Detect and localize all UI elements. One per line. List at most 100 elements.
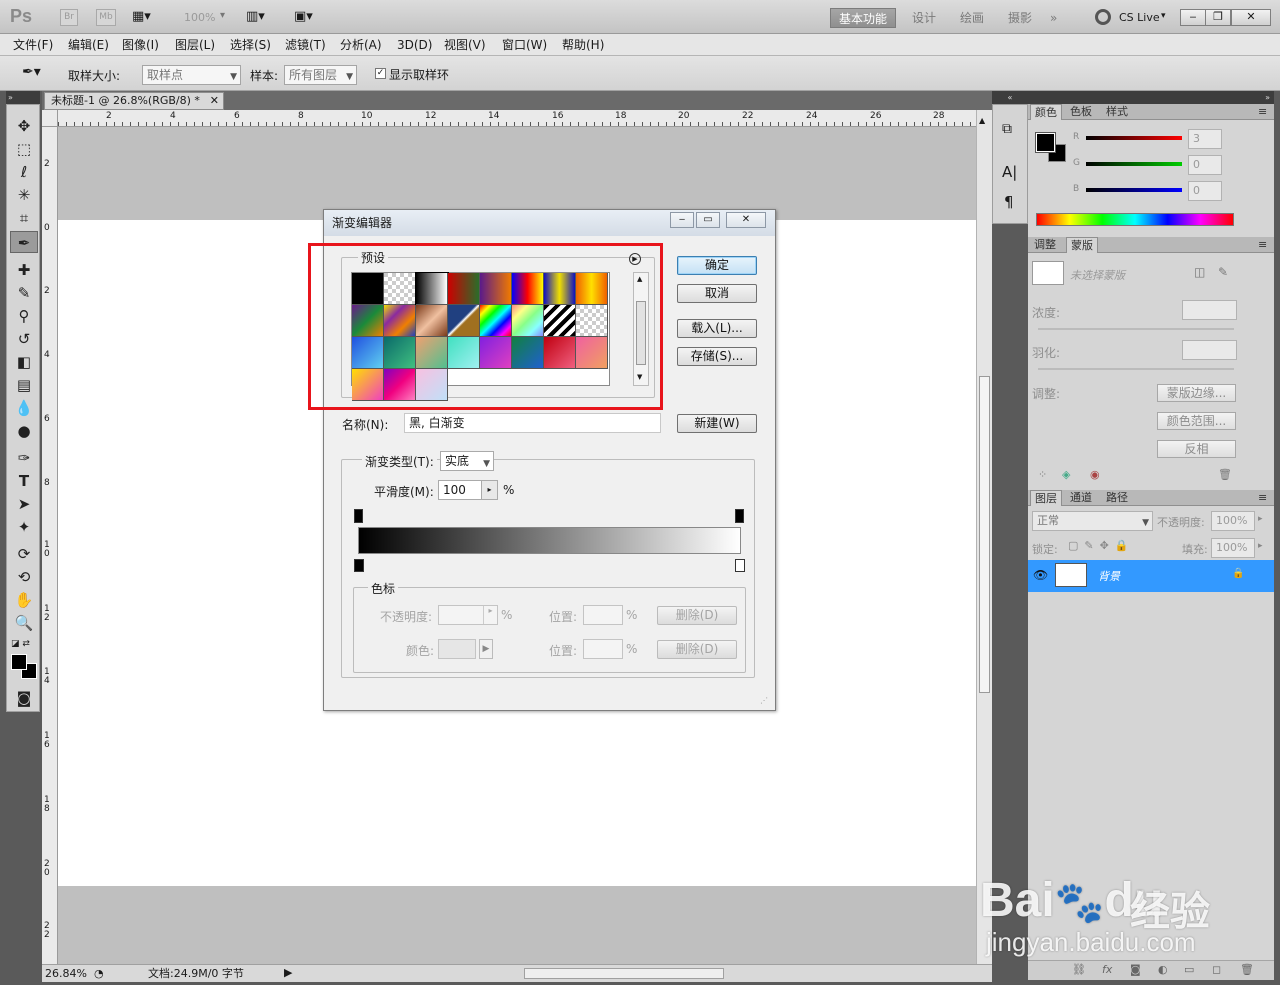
dialog-maximize-button[interactable]: ▭ [696,212,720,228]
channel-b-slider[interactable] [1086,188,1182,192]
history-brush-icon[interactable]: ↺ [10,328,38,350]
quick-mask-icon[interactable]: ◙ [10,687,38,709]
show-ring-checkbox[interactable]: ✓ [375,68,386,79]
ok-button[interactable]: 确定 [677,256,757,275]
eyedropper-preset-icon[interactable]: ✒▾ [22,64,41,80]
zoom-level[interactable]: 100% [184,11,215,24]
cs-live-dropdown-icon[interactable]: ▾ [1161,11,1166,21]
move-tool-icon[interactable]: ✥ [10,115,38,137]
opacity-stop-right[interactable] [735,509,744,523]
horizontal-scroll-thumb[interactable] [524,968,724,979]
tab-layers[interactable]: 图层 [1030,490,1062,506]
menu-help[interactable]: 帮助(H) [562,37,604,53]
type-tool-icon[interactable]: T [10,470,38,492]
status-info-icon[interactable]: ◔ [94,966,104,982]
delete-opacity-stop-button[interactable]: 删除(D) [657,606,737,625]
lock-icons[interactable]: ▢✎✥🔒 [1068,539,1135,552]
tab-adjustments[interactable]: 调整 [1030,237,1060,253]
foreground-color-swatch[interactable] [11,654,27,670]
invert-button[interactable]: 反相 [1157,440,1236,458]
eraser-tool-icon[interactable]: ◧ [10,351,38,373]
menu-window[interactable]: 窗口(W) [502,37,547,53]
gradient-type-select[interactable]: 实底 ▼ [440,451,494,471]
stop-opacity-position-field[interactable] [583,605,623,625]
character-panel-icon[interactable]: A| [1002,163,1017,181]
marquee-tool-icon[interactable]: ⬚ [10,138,38,160]
menu-filter[interactable]: 滤镜(T) [285,37,326,53]
workspace-painting[interactable]: 绘画 [960,8,984,28]
collapse-strip-icon[interactable]: « [992,91,1028,104]
sample-select[interactable]: 所有图层 ▼ [284,65,357,85]
menu-analysis[interactable]: 分析(A) [340,37,382,53]
brush-tool-icon[interactable]: ✎ [10,282,38,304]
zoom-status[interactable]: 26.84% [45,966,87,982]
delete-color-stop-button[interactable]: 删除(D) [657,640,737,659]
quick-select-tool-icon[interactable]: ✳ [10,184,38,206]
feather-field[interactable] [1182,340,1237,360]
color-stop-left[interactable] [354,559,364,572]
tab-styles[interactable]: 样式 [1102,104,1132,120]
vertical-scrollbar[interactable]: ▲ [976,110,992,964]
3d-rotate-icon[interactable]: ⟳ [10,543,38,565]
stop-opacity-arrow-icon[interactable]: ▸ [483,606,497,624]
scroll-thumb[interactable] [979,376,990,693]
ruler-origin[interactable] [42,110,58,127]
save-button[interactable]: 存储(S)... [677,347,757,366]
menu-edit[interactable]: 编辑(E) [68,37,109,53]
sample-size-select[interactable]: 取样点 ▼ [142,65,241,85]
workspace-photography[interactable]: 摄影 [1008,8,1032,28]
channel-r-slider[interactable] [1086,136,1182,140]
healing-brush-icon[interactable]: ✚ [10,259,38,281]
new-button[interactable]: 新建(W) [677,414,757,433]
scroll-up-icon[interactable]: ▲ [979,116,985,125]
menu-image[interactable]: 图像(I) [122,37,159,53]
menu-file[interactable]: 文件(F) [13,37,53,53]
shape-tool-icon[interactable]: ✦ [10,516,38,538]
stop-color-position-field[interactable] [583,639,623,659]
arrange-documents-icon[interactable]: ▥▾ [246,9,265,24]
resize-grip-icon[interactable]: ⋰ [760,696,768,705]
paragraph-panel-icon[interactable]: ¶ [1004,193,1014,211]
swap-colors-icon[interactable]: ◪ ⇄ [11,639,30,649]
stop-color-swatch[interactable] [438,639,476,659]
delete-mask-icon[interactable]: 🗑 [1218,468,1232,481]
dodge-tool-icon[interactable]: ● [10,420,38,442]
panels-collapse-icon[interactable]: » [1028,91,1274,104]
smoothness-arrow-icon[interactable]: ▸ [481,481,497,499]
status-menu-icon[interactable]: ▶ [284,965,292,981]
panel-menu-icon[interactable]: ≡ [1254,490,1271,506]
menu-view[interactable]: 视图(V) [444,37,486,53]
history-panel-icon[interactable]: ⧉ [1002,121,1012,137]
layer-row-background[interactable]: 👁 背景 🔒 [1028,560,1274,592]
tab-paths[interactable]: 路径 [1102,490,1132,506]
stop-color-arrow-icon[interactable]: ▶ [479,639,493,659]
layer-opacity-value[interactable]: 100% [1211,511,1255,531]
stop-opacity-field[interactable]: ▸ [438,605,498,625]
hand-tool-icon[interactable]: ✋ [10,589,38,611]
channel-r-value[interactable]: 3 [1188,129,1222,149]
clone-stamp-icon[interactable]: ⚲ [10,305,38,327]
mask-options-icon[interactable]: ⁘ [1038,468,1047,481]
dialog-titlebar[interactable]: 渐变编辑器 ‒ ▭ ✕ [324,210,775,236]
disable-mask-icon[interactable]: ◉ [1090,468,1100,481]
menu-select[interactable]: 选择(S) [230,37,271,53]
toolbox-collapse-icon[interactable]: » [6,91,40,104]
foreground-color-swatch[interactable] [1035,132,1056,153]
horizontal-ruler[interactable]: 2 4 6 8 10 12 14 16 18 20 22 24 26 28 [58,110,976,127]
close-app-button[interactable]: ✕ [1231,9,1271,26]
pixel-mask-icon[interactable]: ◫ [1194,265,1205,279]
vertical-ruler[interactable]: 2 0 2 4 6 8 10 12 14 16 18 20 22 [42,127,58,964]
feather-slider[interactable] [1038,368,1234,370]
3d-orbit-icon[interactable]: ⟲ [10,566,38,588]
restore-button[interactable]: ❐ [1205,9,1231,26]
minimize-button[interactable]: ‒ [1180,9,1206,26]
vector-mask-icon[interactable]: ✎ [1218,265,1228,279]
panel-menu-icon[interactable]: ≡ [1254,104,1271,120]
view-extras-icon[interactable]: ▦▾ [132,9,151,24]
tab-channels[interactable]: 通道 [1066,490,1096,506]
layer-opacity-arrow-icon[interactable]: ▸ [1258,514,1263,524]
dialog-close-button[interactable]: ✕ [726,212,766,228]
tab-masks[interactable]: 蒙版 [1066,237,1098,253]
blend-mode-select[interactable]: 正常 ▼ [1032,511,1153,531]
path-select-icon[interactable]: ➤ [10,493,38,515]
